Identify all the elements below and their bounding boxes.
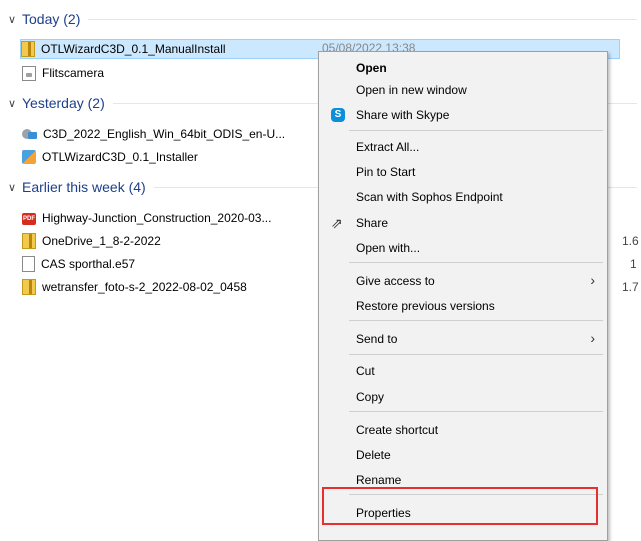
menu-item-label: Open in new window	[356, 83, 467, 97]
chevron-down-icon: ∨	[8, 13, 17, 26]
pdf-icon: PDF	[22, 213, 36, 225]
zip-folder-icon	[22, 279, 36, 295]
menu-item-send-to[interactable]: Send to ›	[319, 328, 607, 350]
group-label-today: Today (2)	[22, 11, 81, 27]
menu-item-label: Extract All...	[356, 140, 420, 154]
menu-separator	[349, 354, 603, 355]
menu-item-label: Share	[356, 216, 389, 230]
group-label-earlier: Earlier this week (4)	[22, 179, 146, 195]
menu-item-label: Create shortcut	[356, 423, 439, 437]
share-icon: ⇗	[331, 215, 343, 231]
menu-item-create-shortcut[interactable]: Create shortcut	[319, 419, 607, 441]
skype-icon: S	[331, 108, 345, 122]
menu-separator	[349, 411, 603, 412]
menu-separator	[349, 494, 603, 495]
file-name: OneDrive_1_8-2-2022	[42, 234, 161, 248]
menu-item-pin-to-start[interactable]: Pin to Start	[319, 161, 607, 183]
menu-separator	[349, 320, 603, 321]
chevron-down-icon: ∨	[8, 181, 17, 194]
menu-item-extract-all[interactable]: Extract All...	[319, 136, 607, 158]
menu-item-share[interactable]: ⇗ Share	[319, 212, 607, 234]
menu-item-label: Pin to Start	[356, 165, 416, 179]
menu-item-label: Give access to	[356, 274, 435, 288]
file-name: Flitscamera	[42, 66, 105, 80]
menu-item-rename[interactable]: Rename	[319, 469, 607, 491]
menu-item-label: Scan with Sophos Endpoint	[356, 190, 503, 204]
menu-item-label: Share with Skype	[356, 108, 450, 122]
menu-separator	[349, 130, 603, 131]
zip-folder-icon	[21, 41, 35, 57]
group-header-today[interactable]: ∨ Today (2)	[8, 8, 641, 30]
chevron-down-icon: ∨	[8, 97, 17, 110]
menu-item-open-with[interactable]: Open with...	[319, 237, 607, 259]
group-label-yesterday: Yesterday (2)	[22, 95, 105, 111]
menu-item-label: Open	[356, 61, 387, 75]
menu-item-give-access[interactable]: Give access to ›	[319, 270, 607, 292]
file-name: CAS sporthal.e57	[41, 257, 136, 271]
menu-item-label: Send to	[356, 332, 398, 346]
menu-item-copy[interactable]: Copy	[319, 386, 607, 408]
menu-item-share-skype[interactable]: S Share with Skype	[319, 104, 607, 126]
image-file-icon	[22, 65, 36, 81]
file-size-partial: 1	[630, 257, 637, 271]
menu-item-cut[interactable]: Cut	[319, 360, 607, 382]
menu-item-delete[interactable]: Delete	[319, 444, 607, 466]
installer-icon	[22, 127, 37, 141]
zip-folder-icon	[22, 233, 36, 249]
file-size-partial: 1.6	[622, 234, 639, 248]
menu-item-label: Open with...	[356, 241, 421, 255]
menu-item-scan-sophos[interactable]: Scan with Sophos Endpoint	[319, 186, 607, 208]
menu-item-label: Restore previous versions	[356, 299, 495, 313]
file-icon	[22, 256, 35, 272]
file-name: C3D_2022_English_Win_64bit_ODIS_en-U...	[43, 127, 286, 141]
menu-item-label: Properties	[356, 506, 411, 520]
file-name: Highway-Junction_Construction_2020-03...	[42, 211, 272, 225]
chevron-right-icon: ›	[590, 272, 595, 288]
menu-item-label: Rename	[356, 473, 402, 487]
context-menu: Open Open in new window S Share with Sky…	[318, 51, 608, 541]
menu-item-label: Delete	[356, 448, 391, 462]
menu-separator	[349, 262, 603, 263]
file-name: OTLWizardC3D_0.1_Installer	[42, 150, 198, 164]
menu-item-open[interactable]: Open	[319, 57, 607, 79]
menu-item-label: Cut	[356, 364, 375, 378]
menu-item-label: Copy	[356, 390, 385, 404]
file-name: OTLWizardC3D_0.1_ManualInstall	[41, 42, 226, 56]
file-size-partial: 1.7	[622, 280, 639, 294]
divider	[88, 18, 637, 20]
setup-icon	[22, 150, 36, 164]
menu-item-restore-versions[interactable]: Restore previous versions	[319, 295, 607, 317]
menu-item-properties[interactable]: Properties	[319, 502, 607, 524]
menu-item-open-new-window[interactable]: Open in new window	[319, 79, 607, 101]
chevron-right-icon: ›	[590, 330, 595, 346]
file-name: wetransfer_foto-s-2_2022-08-02_0458	[42, 280, 247, 294]
